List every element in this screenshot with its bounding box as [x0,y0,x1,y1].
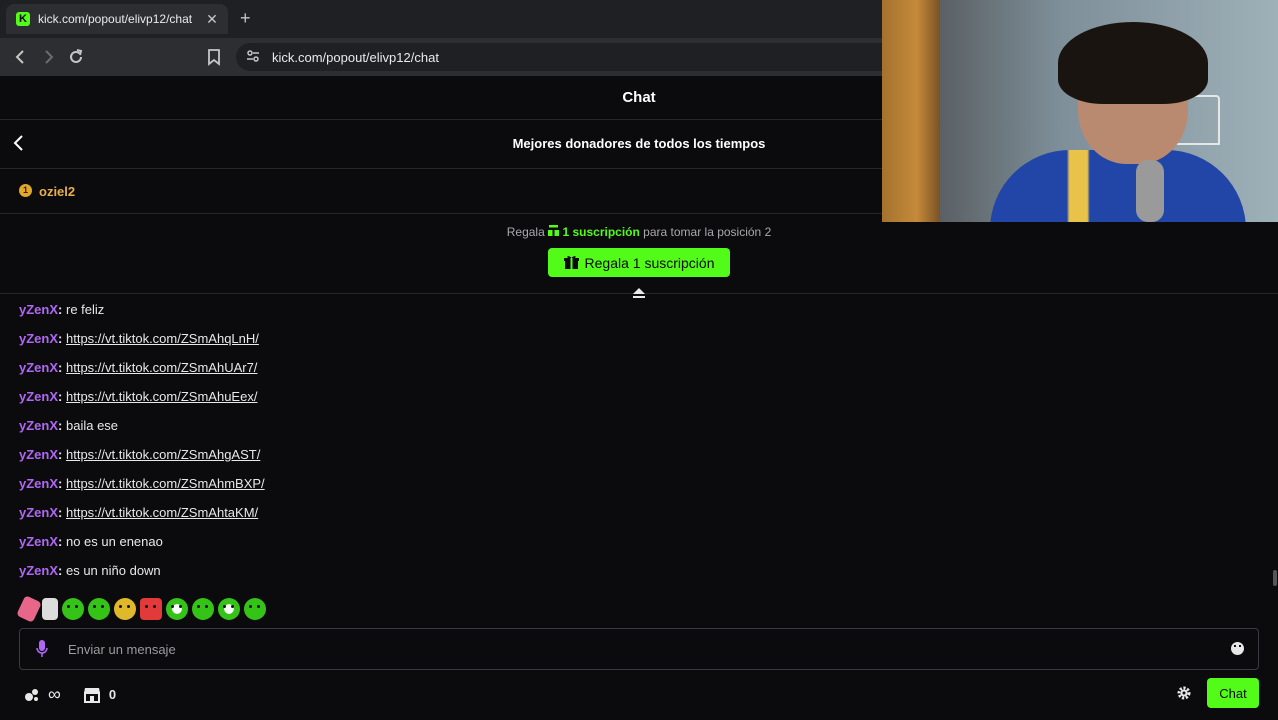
webcam-person-hair [1058,22,1208,104]
gift-prompt: Regala 1 suscripción para tomar la posic… [0,225,1278,239]
chat-message: yZenX: https://vt.tiktok.com/ZSmAhgAST/ [19,445,1259,474]
forward-arrow-icon[interactable] [38,47,58,67]
green-emote[interactable] [88,598,110,620]
message-link[interactable]: https://vt.tiktok.com/ZSmAhuEex/ [66,389,257,404]
browser-tab[interactable]: K kick.com/popout/elivp12/chat ✕ [6,4,228,34]
gift-prompt-suffix: para tomar la posición 2 [643,225,772,239]
message-username[interactable]: yZenX [19,389,58,404]
channel-points-value: ∞ [48,684,61,704]
message-username[interactable]: yZenX [19,534,58,549]
message-username[interactable]: yZenX [19,476,58,491]
back-arrow-icon[interactable] [11,47,31,67]
reload-icon[interactable] [66,47,86,67]
webcam-microphone [1136,160,1164,222]
message-separator: : [58,360,63,375]
message-text: re feliz [65,302,105,317]
gift-sub-button[interactable]: Regala 1 suscripción [548,248,730,277]
microphone-icon[interactable] [36,640,48,658]
message-username[interactable]: yZenX [19,505,58,520]
chat-message: yZenX: https://vt.tiktok.com/ZSmAhUAr7/ [19,358,1259,387]
message-separator: : [58,447,63,462]
store-icon[interactable] [83,687,101,703]
green-emote[interactable] [244,598,266,620]
new-tab-icon[interactable]: + [240,8,251,29]
message-link[interactable]: https://vt.tiktok.com/ZSmAhqLnH/ [66,331,259,346]
message-link[interactable]: https://vt.tiktok.com/ZSmAhUAr7/ [66,360,257,375]
message-username[interactable]: yZenX [19,563,58,578]
chat-message: yZenX: re feliz [19,300,1259,329]
message-link[interactable]: https://vt.tiktok.com/ZSmAhmBXP/ [66,476,265,491]
chat-message: yZenX: https://vt.tiktok.com/ZSmAhuEex/ [19,387,1259,416]
webcam-overlay [882,0,1278,222]
message-separator: : [58,476,63,491]
chat-footer: ∞ 0 Chat [0,676,1278,710]
message-text: baila ese [65,418,119,433]
panda-emote[interactable] [218,598,240,620]
footer-left: ∞ 0 [24,684,116,705]
chat-message: yZenX: https://vt.tiktok.com/ZSmAhmBXP/ [19,474,1259,503]
chat-input-box [19,628,1259,670]
address-bar[interactable]: kick.com/popout/elivp12/chat [236,43,882,71]
message-username[interactable]: yZenX [19,302,58,317]
chat-message: yZenX: no es un enenao [19,532,1259,561]
close-tab-icon[interactable]: ✕ [202,11,222,28]
gift-prompt-highlight: 1 suscripción [548,225,643,239]
message-username[interactable]: yZenX [19,418,58,433]
message-separator: : [58,331,63,346]
gift-icon [563,256,579,269]
pink-emote[interactable] [16,595,42,623]
chat-message: yZenX: https://vt.tiktok.com/ZSmAhtaKM/ [19,503,1259,532]
site-settings-icon[interactable] [246,49,260,66]
send-chat-button[interactable]: Chat [1207,678,1259,708]
tab-title: kick.com/popout/elivp12/chat [38,12,193,26]
halo-emote[interactable] [114,598,136,620]
top-donor-name: oziel2 [39,184,76,199]
message-username[interactable]: yZenX [19,447,58,462]
message-text: no es un enenao [65,534,163,549]
chat-settings-icon[interactable] [1176,685,1192,701]
gold-medal-icon: 1 [19,184,32,197]
gift-prompt-amount: 1 suscripción [562,225,640,239]
message-input[interactable] [66,637,1220,661]
message-link[interactable]: https://vt.tiktok.com/ZSmAhgAST/ [66,447,260,462]
message-text: es un niño down [65,563,161,578]
gift-small-icon [548,225,560,236]
message-separator: : [58,418,63,433]
webcam-door [882,0,940,222]
chat-messages: yZenX: re feliz yZenX: https://vt.tiktok.… [19,300,1259,590]
emoji-picker-icon[interactable] [1231,642,1244,655]
message-separator: : [58,389,63,404]
chat-message: yZenX: baila ese [19,416,1259,445]
chat-message: yZenX: https://vt.tiktok.com/ZSmAhqLnH/ [19,329,1259,358]
red-emote[interactable] [140,598,162,620]
recent-emotes-bar [16,595,266,623]
message-username[interactable]: yZenX [19,360,58,375]
bookmark-icon[interactable] [204,47,224,67]
gift-sub-section: Regala 1 suscripción para tomar la posic… [0,214,1278,294]
message-separator: : [58,505,63,520]
collapse-panel-icon[interactable] [631,287,647,301]
message-separator: : [58,302,63,317]
green-emote[interactable] [192,598,214,620]
url-text: kick.com/popout/elivp12/chat [272,49,439,65]
message-link[interactable]: https://vt.tiktok.com/ZSmAhtaKM/ [66,505,258,520]
gift-prompt-prefix: Regala [506,225,545,239]
message-username[interactable]: yZenX [19,331,58,346]
message-separator: : [58,563,63,578]
channel-points-icon[interactable] [24,687,40,703]
chat-message: yZenX: es un niño down [19,561,1259,590]
kick-favicon-icon: K [16,12,30,26]
gift-sub-button-label: Regala 1 suscripción [584,254,715,271]
message-separator: : [58,534,63,549]
browser-tab-bar: K kick.com/popout/elivp12/chat ✕ + [0,0,882,38]
scrollbar-thumb[interactable] [1273,570,1277,586]
white-emote[interactable] [42,598,58,620]
store-count: 0 [108,687,117,702]
green-emote[interactable] [62,598,84,620]
panda-emote[interactable] [166,598,188,620]
browser-nav-bar: kick.com/popout/elivp12/chat [0,38,882,76]
